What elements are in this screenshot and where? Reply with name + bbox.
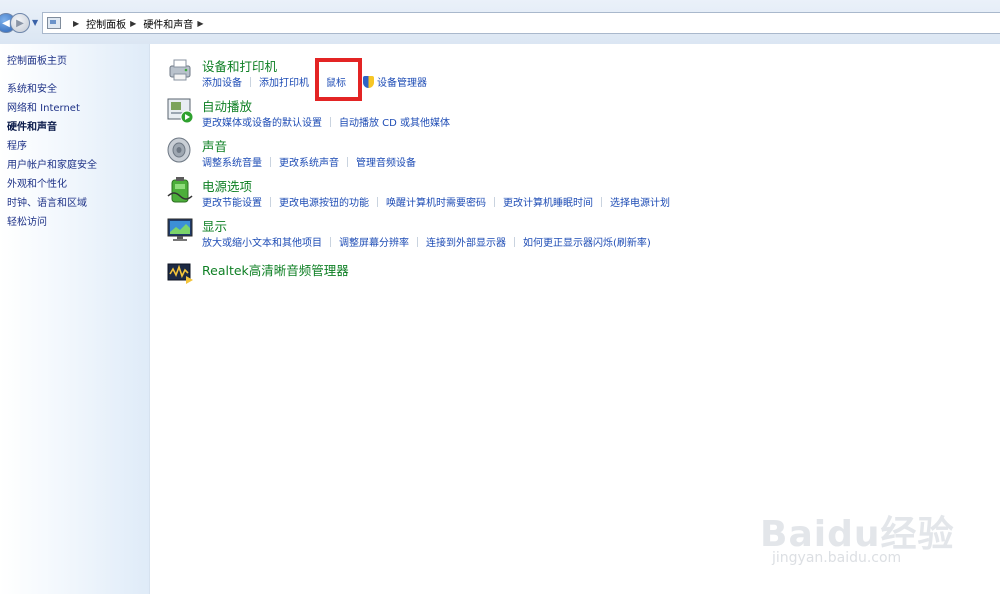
realtek-audio-icon[interactable] bbox=[166, 258, 194, 286]
group-links: 放大或缩小文本和其他项目 调整屏幕分辨率 连接到外部显示器 如何更正显示器闪烁(… bbox=[202, 234, 651, 249]
link-change-media-defaults[interactable]: 更改媒体或设备的默认设置 bbox=[202, 114, 322, 129]
link-require-password-wake[interactable]: 唤醒计算机时需要密码 bbox=[386, 194, 486, 209]
sidebar-item-user-accounts[interactable]: 用户帐户和家庭安全 bbox=[7, 156, 97, 171]
chevron-right-icon[interactable]: ▶ bbox=[73, 19, 79, 28]
link-autoplay-cd[interactable]: 自动播放 CD 或其他媒体 bbox=[339, 114, 450, 129]
link-choose-power-plan[interactable]: 选择电源计划 bbox=[610, 194, 670, 209]
recent-pages-dropdown[interactable]: ▼ bbox=[32, 18, 38, 27]
group-title-power[interactable]: 电源选项 bbox=[202, 176, 252, 195]
breadcrumb-hardware-sound[interactable]: 硬件和声音 bbox=[143, 16, 193, 31]
group-links: 更改节能设置 更改电源按钮的功能 唤醒计算机时需要密码 更改计算机睡眠时间 选择… bbox=[202, 194, 670, 209]
breadcrumb-control-panel[interactable]: 控制面板 bbox=[86, 16, 126, 31]
watermark-url: jingyan.baidu.com bbox=[772, 550, 902, 566]
battery-icon[interactable] bbox=[166, 176, 194, 204]
link-screen-resolution[interactable]: 调整屏幕分辨率 bbox=[339, 234, 409, 249]
group-links: 更改媒体或设备的默认设置 自动播放 CD 或其他媒体 bbox=[202, 114, 450, 129]
link-add-device[interactable]: 添加设备 bbox=[202, 74, 242, 89]
sidebar-item-system-security[interactable]: 系统和安全 bbox=[7, 80, 57, 95]
sidebar-item-programs[interactable]: 程序 bbox=[7, 137, 27, 152]
link-change-sounds[interactable]: 更改系统声音 bbox=[279, 154, 339, 169]
arrow-right-icon: ▶ bbox=[16, 17, 24, 29]
sidebar: 控制面板主页 系统和安全 网络和 Internet 硬件和声音 程序 用户帐户和… bbox=[0, 44, 150, 594]
address-toolbar: ◀ ▶ ▼ ▶ 控制面板 ▶ 硬件和声音 ▶ bbox=[0, 0, 1000, 44]
highlight-box bbox=[315, 58, 362, 101]
group-links: 调整系统音量 更改系统声音 管理音频设备 bbox=[202, 154, 416, 169]
link-text-size[interactable]: 放大或缩小文本和其他项目 bbox=[202, 234, 322, 249]
group-title-display[interactable]: 显示 bbox=[202, 216, 227, 235]
sidebar-item-appearance[interactable]: 外观和个性化 bbox=[7, 175, 67, 190]
sidebar-item-clock-region[interactable]: 时钟、语言和区域 bbox=[7, 194, 87, 209]
link-power-button-function[interactable]: 更改电源按钮的功能 bbox=[279, 194, 369, 209]
link-change-sleep-time[interactable]: 更改计算机睡眠时间 bbox=[503, 194, 593, 209]
group-title-devices-printers[interactable]: 设备和打印机 bbox=[202, 56, 277, 75]
link-device-manager[interactable]: 设备管理器 bbox=[377, 74, 427, 89]
sidebar-item-hardware-sound[interactable]: 硬件和声音 bbox=[7, 118, 57, 133]
link-add-printer[interactable]: 添加打印机 bbox=[259, 74, 309, 89]
uac-shield-icon bbox=[363, 75, 374, 88]
link-manage-audio-devices[interactable]: 管理音频设备 bbox=[356, 154, 416, 169]
group-title-autoplay[interactable]: 自动播放 bbox=[202, 96, 252, 115]
sidebar-item-home[interactable]: 控制面板主页 bbox=[7, 52, 67, 67]
chevron-right-icon[interactable]: ▶ bbox=[130, 19, 136, 28]
group-title-realtek[interactable]: Realtek高清晰音频管理器 bbox=[202, 260, 349, 279]
control-panel-icon bbox=[47, 17, 61, 29]
chevron-right-icon[interactable]: ▶ bbox=[197, 19, 203, 28]
link-adjust-volume[interactable]: 调整系统音量 bbox=[202, 154, 262, 169]
sidebar-item-ease-of-access[interactable]: 轻松访问 bbox=[7, 213, 47, 228]
monitor-icon[interactable] bbox=[166, 216, 194, 244]
autoplay-icon[interactable] bbox=[166, 96, 194, 124]
address-bar[interactable]: ▶ 控制面板 ▶ 硬件和声音 ▶ bbox=[42, 12, 1000, 34]
speaker-icon[interactable] bbox=[166, 136, 194, 164]
sidebar-item-network[interactable]: 网络和 Internet bbox=[7, 99, 80, 114]
group-title-sound[interactable]: 声音 bbox=[202, 136, 227, 155]
link-refresh-rate[interactable]: 如何更正显示器闪烁(刷新率) bbox=[523, 234, 651, 249]
printer-icon[interactable] bbox=[166, 56, 194, 84]
link-change-power-saving[interactable]: 更改节能设置 bbox=[202, 194, 262, 209]
link-external-display[interactable]: 连接到外部显示器 bbox=[426, 234, 506, 249]
forward-button[interactable]: ▶ bbox=[10, 13, 30, 33]
arrow-left-icon: ◀ bbox=[2, 17, 10, 29]
